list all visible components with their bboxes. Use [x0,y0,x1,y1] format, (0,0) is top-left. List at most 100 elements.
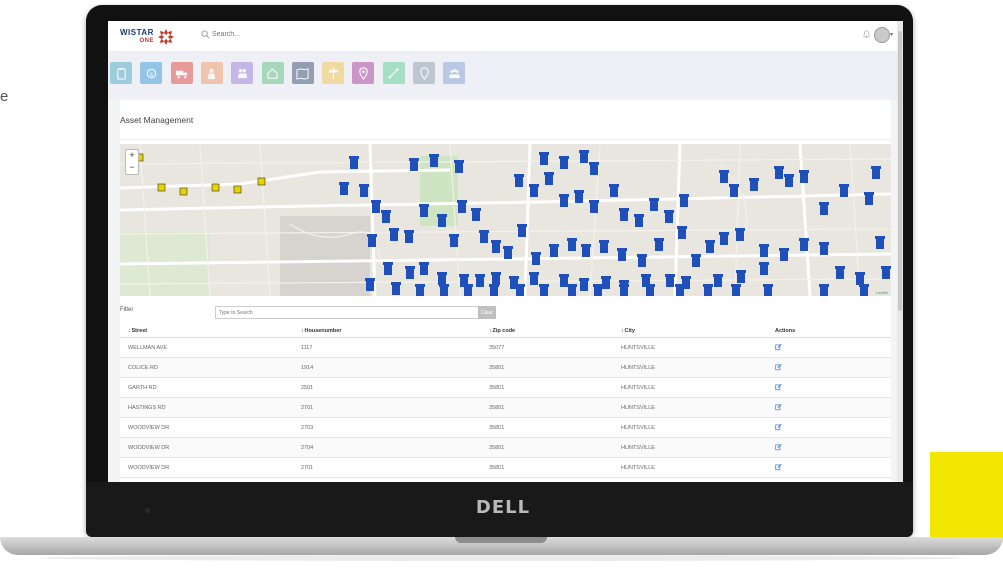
bin-marker-icon[interactable] [617,248,627,261]
bin-marker-icon[interactable] [703,284,713,296]
module-button[interactable] [200,62,223,84]
bin-marker-icon[interactable] [735,228,745,241]
bin-marker-icon[interactable] [544,172,554,185]
zoom-out-button[interactable]: − [126,162,138,174]
bin-marker-icon[interactable] [383,262,393,275]
bin-marker-icon[interactable] [664,210,674,223]
sign-marker-icon[interactable] [257,177,266,186]
bin-marker-icon[interactable] [419,204,429,217]
bin-marker-icon[interactable] [665,274,675,287]
edit-button[interactable] [775,363,782,372]
bin-marker-icon[interactable] [855,272,865,285]
bin-marker-icon[interactable] [677,226,687,239]
sign-marker-icon[interactable] [157,183,166,192]
avatar[interactable] [874,27,890,43]
bin-marker-icon[interactable] [589,162,599,175]
bin-marker-icon[interactable] [799,238,809,251]
bin-marker-icon[interactable] [567,238,577,251]
search-input[interactable] [210,31,332,38]
bin-marker-icon[interactable] [759,262,769,275]
edit-button[interactable] [775,423,782,432]
bin-marker-icon[interactable] [489,284,499,296]
bin-marker-icon[interactable] [581,244,591,257]
bin-marker-icon[interactable] [875,236,885,249]
bin-marker-icon[interactable] [437,272,447,285]
bin-marker-icon[interactable] [479,230,489,243]
edit-button[interactable] [775,343,782,352]
bin-marker-icon[interactable] [491,272,501,285]
bin-marker-icon[interactable] [439,284,449,296]
bin-marker-icon[interactable] [749,178,759,191]
module-button[interactable] [231,62,254,84]
bin-marker-icon[interactable] [599,240,609,253]
bin-marker-icon[interactable] [559,194,569,207]
bin-marker-icon[interactable] [881,266,891,279]
bin-marker-icon[interactable] [419,262,429,275]
bin-marker-icon[interactable] [835,266,845,279]
bin-marker-icon[interactable] [799,170,809,183]
sign-marker-icon[interactable] [233,185,242,194]
edit-button[interactable] [775,383,782,392]
sign-marker-icon[interactable] [179,187,188,196]
edit-button[interactable] [775,443,782,452]
bin-marker-icon[interactable] [437,214,447,227]
bin-marker-icon[interactable] [389,228,399,241]
bin-marker-icon[interactable] [454,160,464,173]
bin-marker-icon[interactable] [463,284,473,296]
bin-marker-icon[interactable] [457,200,467,213]
bin-marker-icon[interactable] [619,284,629,296]
module-button[interactable] [170,62,193,84]
scrollbar[interactable] [897,21,903,482]
bin-marker-icon[interactable] [731,284,741,296]
bin-marker-icon[interactable] [784,174,794,187]
bin-marker-icon[interactable] [409,158,419,171]
filter-input[interactable] [215,306,481,319]
bin-marker-icon[interactable] [864,192,874,205]
bin-marker-icon[interactable] [736,270,746,283]
bin-marker-icon[interactable] [449,234,459,247]
column-header-zip[interactable]: ↕Zip code [489,328,515,334]
bin-marker-icon[interactable] [609,184,619,197]
bin-marker-icon[interactable] [515,284,525,296]
bin-marker-icon[interactable] [567,284,577,296]
bin-marker-icon[interactable] [579,150,589,163]
bin-marker-icon[interactable] [774,166,784,179]
bin-marker-icon[interactable] [514,174,524,187]
bin-marker-icon[interactable] [405,266,415,279]
bin-marker-icon[interactable] [475,274,485,287]
bin-marker-icon[interactable] [529,184,539,197]
bin-marker-icon[interactable] [729,184,739,197]
bin-marker-icon[interactable] [359,184,369,197]
bin-marker-icon[interactable] [871,166,881,179]
module-button[interactable] [443,62,466,84]
column-header-housenumber[interactable]: ↕Housenumber [301,328,341,334]
bin-marker-icon[interactable] [491,240,501,253]
bin-marker-icon[interactable] [517,224,527,237]
bin-marker-icon[interactable] [705,240,715,253]
bin-marker-icon[interactable] [381,210,391,223]
bin-marker-icon[interactable] [404,230,414,243]
bin-marker-icon[interactable] [531,252,541,265]
bin-marker-icon[interactable] [367,234,377,247]
bin-marker-icon[interactable] [429,154,439,167]
bin-marker-icon[interactable] [691,254,701,267]
bin-marker-icon[interactable] [593,284,603,296]
module-button[interactable] [413,62,435,84]
clear-button[interactable]: Clear [478,306,496,319]
bin-marker-icon[interactable] [759,244,769,257]
bin-marker-icon[interactable] [763,284,773,296]
module-button[interactable] [110,62,132,84]
chevron-down-icon[interactable]: ▾ [890,31,893,38]
module-button[interactable] [382,62,405,84]
bin-marker-icon[interactable] [349,156,359,169]
sign-marker-icon[interactable] [211,183,220,192]
bin-marker-icon[interactable] [819,242,829,255]
bin-marker-icon[interactable] [839,184,849,197]
module-button[interactable] [352,62,375,84]
bin-marker-icon[interactable] [713,274,723,287]
bin-marker-icon[interactable] [391,282,401,295]
bin-marker-icon[interactable] [539,284,549,296]
bin-marker-icon[interactable] [719,170,729,183]
scrollbar-thumb[interactable] [898,31,902,311]
bin-marker-icon[interactable] [819,284,829,296]
